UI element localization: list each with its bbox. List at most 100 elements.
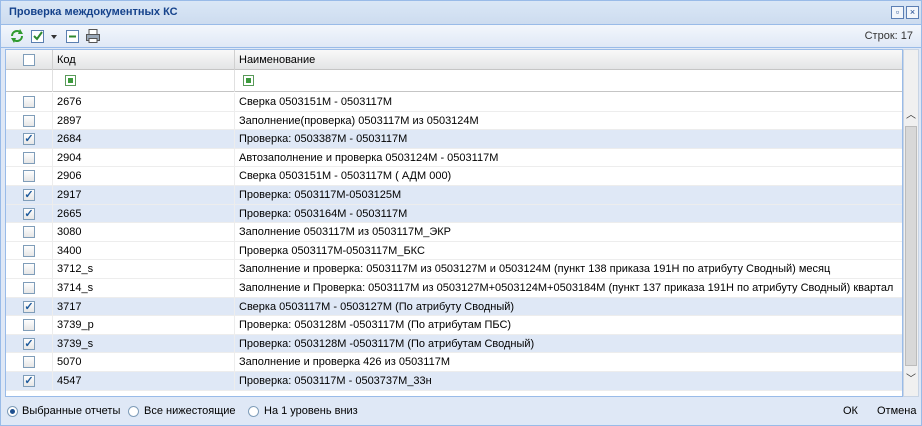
row-name: Проверка: 0503387М - 0503117М: [239, 133, 408, 146]
vertical-scrollbar[interactable]: ︿ ﹀: [903, 49, 919, 397]
ok-button[interactable]: ОК: [843, 405, 858, 417]
row-name: Заполнение и Проверка: 0503117М из 05031…: [239, 281, 894, 294]
reports-grid: Код Наименование 2676 Сверка 0503151М - 0…: [5, 49, 903, 397]
radio-all-subordinate-label[interactable]: Все нижестоящие: [144, 405, 236, 417]
row-name: Проверка: 0503117М - 0503737М_33н: [239, 374, 432, 387]
table-row[interactable]: 3739_p Проверка: 0503128М -0503117М (По а…: [6, 316, 902, 335]
row-checkbox[interactable]: [23, 226, 35, 239]
row-code: 2665: [53, 204, 235, 223]
row-name: Заполнение(проверка) 0503117М из 0503124…: [239, 114, 479, 127]
table-row[interactable]: 2906 Сверка 0503151М - 0503117М ( АДМ 000…: [6, 167, 902, 186]
radio-one-level-label[interactable]: На 1 уровень вниз: [264, 405, 358, 417]
row-code: 2904: [53, 148, 235, 167]
refresh-icon[interactable]: [9, 28, 25, 44]
row-checkbox[interactable]: [23, 151, 35, 164]
row-checkbox[interactable]: ✓: [23, 188, 35, 201]
grid-header: Код Наименование: [6, 50, 902, 70]
filter-name-cell: [235, 70, 902, 92]
table-row[interactable]: 2897 Заполнение(проверка) 0503117М из 050…: [6, 111, 902, 131]
chevron-down-icon[interactable]: [50, 28, 58, 44]
row-checkbox[interactable]: [23, 244, 35, 257]
filter-row: [6, 70, 902, 92]
header-name[interactable]: Наименование: [235, 50, 902, 70]
row-checkbox[interactable]: [23, 356, 35, 369]
row-code: 3717: [53, 297, 235, 316]
row-check-cell: ✓: [6, 130, 53, 149]
row-name: Проверка: 0503128М -0503117М (По атрибут…: [239, 337, 535, 350]
row-check-cell: [6, 316, 53, 335]
row-check-cell: [6, 278, 53, 297]
table-row[interactable]: 5070 Заполнение и проверка 426 из 0503117…: [6, 353, 902, 372]
radio-selected-reports-label[interactable]: Выбранные отчеты: [22, 405, 120, 417]
select-all-checkbox[interactable]: [23, 54, 35, 66]
filter-empty-cell: [6, 70, 53, 92]
header-check-cell: [6, 50, 53, 70]
table-row[interactable]: ✓ 2665 Проверка: 0503164М - 0503117М: [6, 204, 902, 224]
window-title: Проверка междокументных КС: [9, 6, 178, 18]
row-check-cell: ✓: [6, 371, 53, 390]
row-code: 2684: [53, 130, 235, 149]
header-code[interactable]: Код: [53, 50, 235, 70]
row-name: Проверка: 0503117М-0503125М: [239, 188, 402, 201]
scroll-up-icon[interactable]: ︿: [904, 106, 918, 122]
toolbar: Строк: 17: [1, 25, 921, 48]
row-code: 2676: [53, 93, 235, 111]
radio-all-subordinate[interactable]: [128, 406, 139, 417]
print-icon[interactable]: [85, 28, 101, 44]
radio-selected-reports[interactable]: [7, 406, 18, 417]
collapse-icon[interactable]: [65, 28, 81, 44]
table-row[interactable]: ✓ 4547 Проверка: 0503117М - 0503737М_33н: [6, 371, 902, 391]
table-row[interactable]: ✓ 3717 Сверка 0503117М - 0503127М (По атри…: [6, 297, 902, 317]
row-check-cell: [6, 93, 53, 111]
filter-code-icon[interactable]: [65, 75, 76, 86]
filter-name-icon[interactable]: [243, 75, 254, 86]
row-name: Проверка: 0503128М -0503117М (По атрибут…: [239, 319, 512, 332]
radio-one-level[interactable]: [248, 406, 259, 417]
row-checkbox[interactable]: ✓: [23, 133, 35, 146]
row-name: Сверка 0503117М - 0503127М (По атрибуту …: [239, 300, 515, 313]
check-all-icon[interactable]: [30, 28, 46, 44]
row-check-cell: ✓: [6, 185, 53, 204]
row-code: 2897: [53, 111, 235, 130]
table-row[interactable]: 3080 Заполнение 0503117М из 0503117М_ЭКР: [6, 223, 902, 242]
dialog-footer: Выбранные отчеты Все нижестоящие На 1 ур…: [1, 399, 921, 425]
row-checkbox[interactable]: ✓: [23, 374, 35, 387]
table-row[interactable]: ✓ 2917 Проверка: 0503117М-0503125М: [6, 185, 902, 205]
table-row[interactable]: ✓ 2684 Проверка: 0503387М - 0503117М: [6, 130, 902, 149]
row-checkbox[interactable]: [23, 263, 35, 276]
row-checkbox[interactable]: [23, 170, 35, 183]
row-name: Проверка 0503117М-0503117М_БКС: [239, 244, 425, 257]
row-check-cell: [6, 241, 53, 260]
maximize-button[interactable]: ▫: [891, 6, 904, 19]
row-checkbox[interactable]: ✓: [23, 300, 35, 313]
row-name: Заполнение 0503117М из 0503117М_ЭКР: [239, 226, 452, 239]
table-row[interactable]: 2676 Сверка 0503151М - 0503117М: [6, 93, 902, 112]
row-checkbox[interactable]: ✓: [23, 337, 35, 350]
row-name: Сверка 0503151М - 0503117М ( АДМ 000): [239, 170, 452, 183]
table-row[interactable]: 3400 Проверка 0503117М-0503117М_БКС: [6, 241, 902, 261]
row-check-cell: ✓: [6, 297, 53, 316]
row-check-cell: [6, 111, 53, 130]
row-code: 4547: [53, 371, 235, 390]
scroll-down-icon[interactable]: ﹀: [904, 370, 918, 386]
row-checkbox[interactable]: [23, 114, 35, 127]
row-checkbox[interactable]: [23, 96, 35, 108]
row-check-cell: ✓: [6, 334, 53, 353]
scroll-thumb[interactable]: [905, 126, 917, 366]
table-row[interactable]: 3712_s Заполнение и проверка: 0503117М из…: [6, 260, 902, 279]
row-name: Проверка: 0503164М - 0503117М: [239, 207, 408, 220]
title-bar: Проверка междокументных КС ▫ ×: [1, 1, 921, 25]
row-checkbox[interactable]: [23, 319, 35, 332]
table-row[interactable]: ✓ 3739_s Проверка: 0503128М -0503117М (По …: [6, 334, 902, 354]
filter-code-cell: [53, 70, 235, 92]
row-checkbox[interactable]: ✓: [23, 207, 35, 220]
row-check-cell: [6, 353, 53, 372]
row-checkbox[interactable]: [23, 281, 35, 294]
table-row[interactable]: 2904 Автозаполнение и проверка 0503124М -…: [6, 148, 902, 168]
table-row[interactable]: 3714_s Заполнение и Проверка: 0503117М из…: [6, 278, 902, 298]
row-code: 3080: [53, 223, 235, 242]
row-code: 2906: [53, 167, 235, 186]
cancel-button[interactable]: Отмена: [877, 405, 916, 417]
close-button[interactable]: ×: [906, 6, 919, 19]
row-code: 5070: [53, 353, 235, 372]
